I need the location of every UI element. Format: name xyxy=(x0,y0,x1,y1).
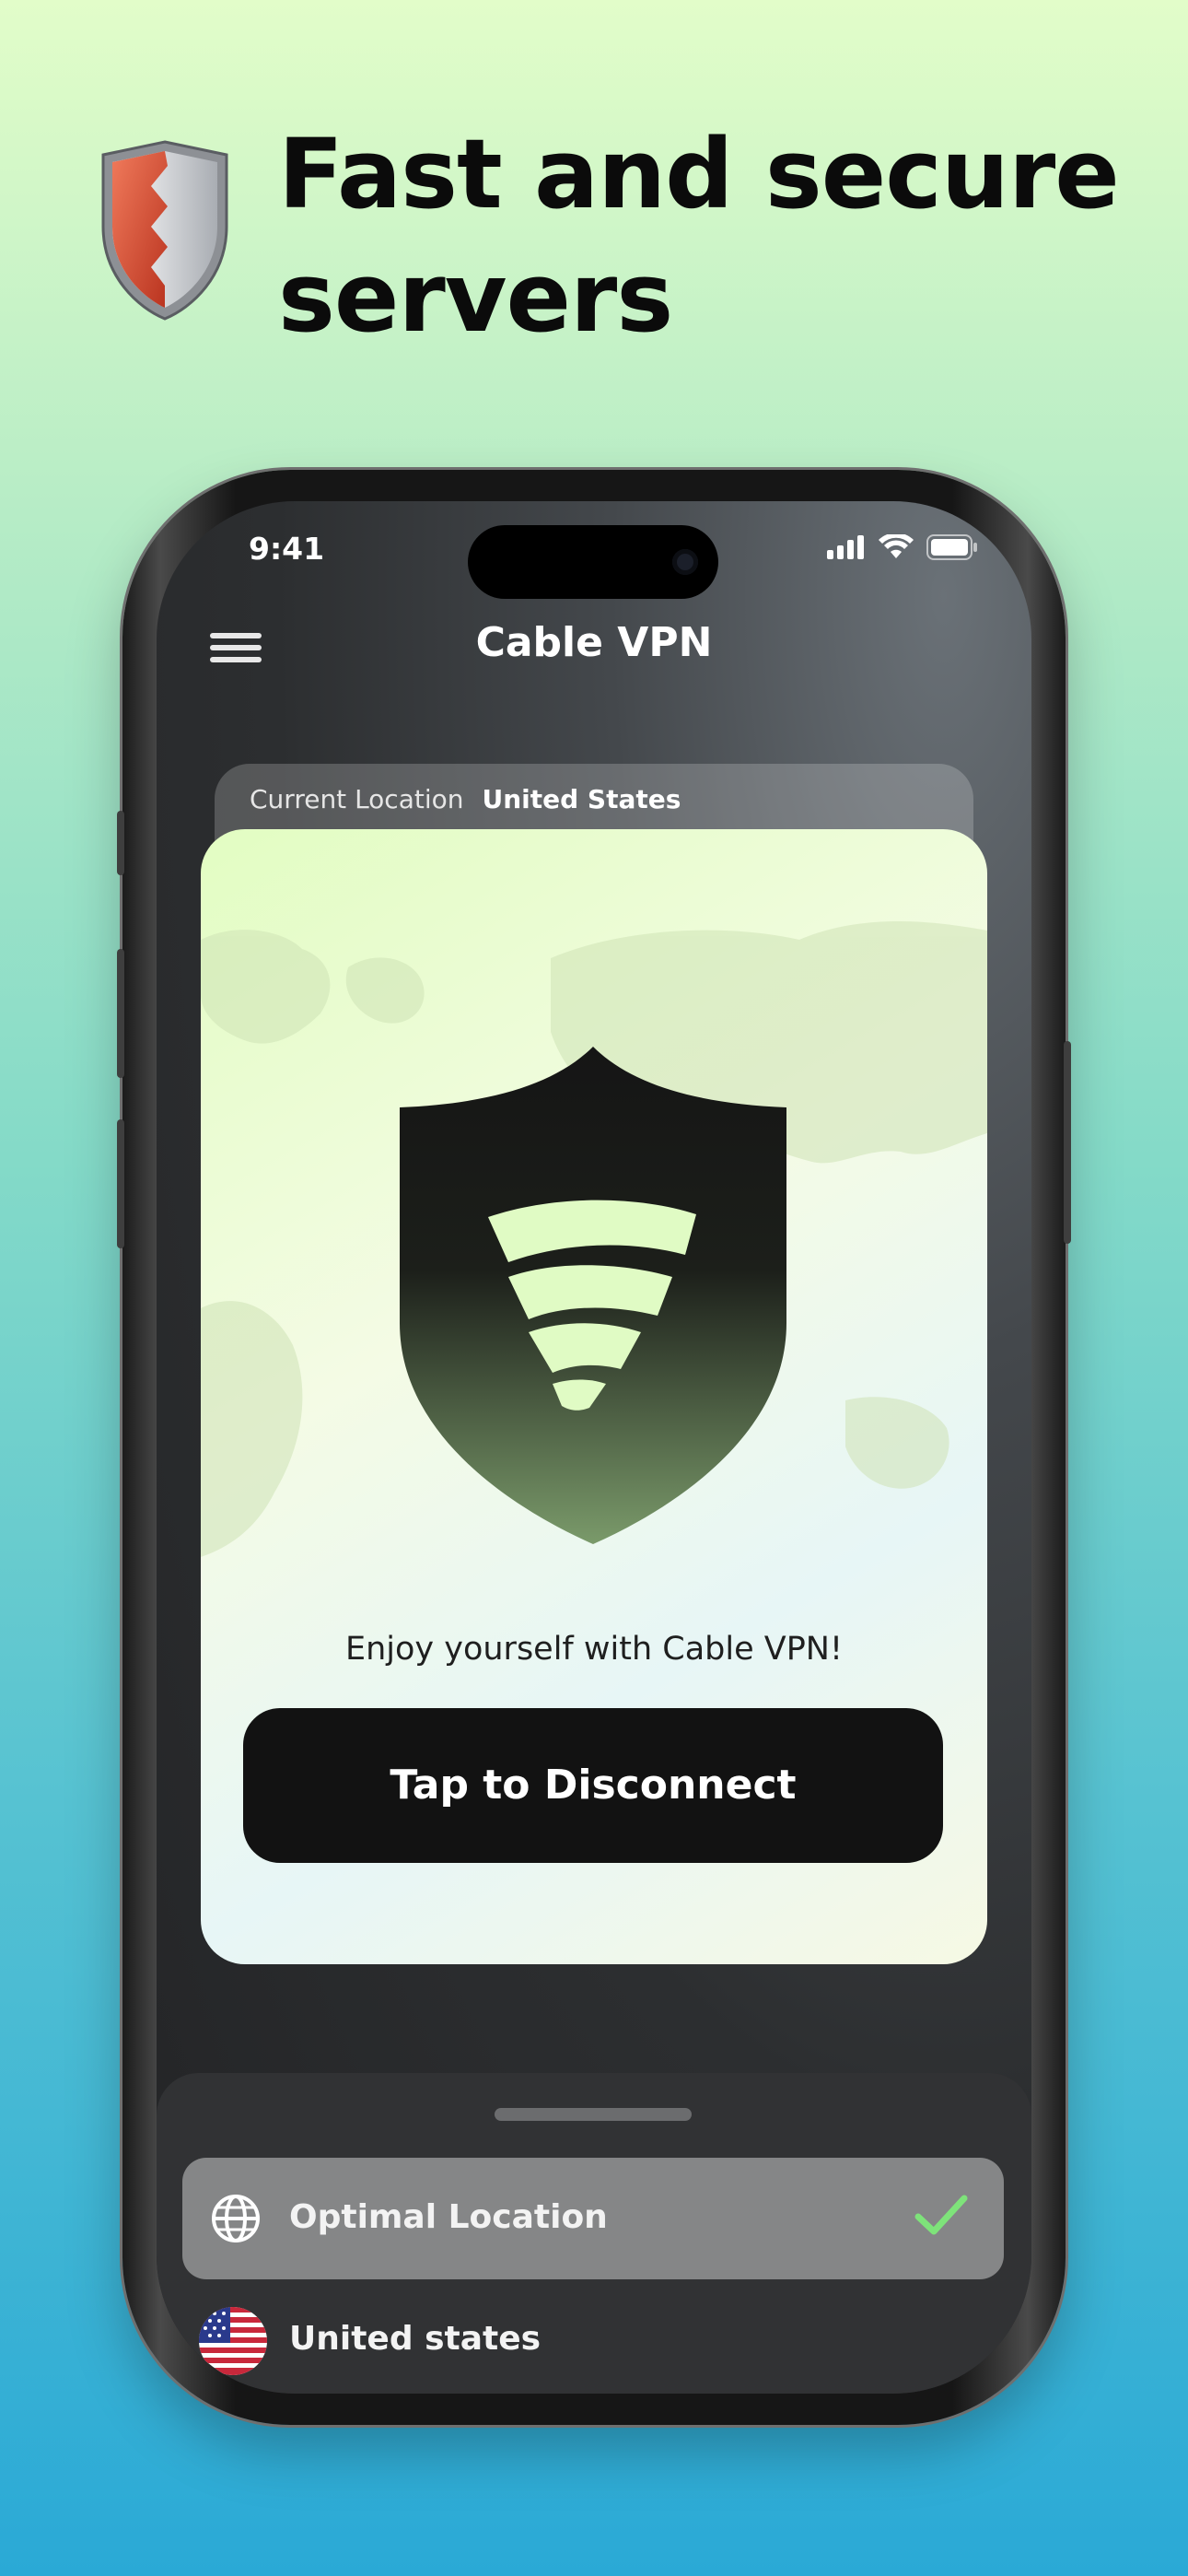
headline-line-2: servers xyxy=(278,241,673,354)
headline: Fast and secure servers xyxy=(278,112,1162,359)
server-item-label: Optimal Location xyxy=(289,2198,608,2236)
globe-icon xyxy=(212,2195,260,2242)
camera-icon xyxy=(672,549,698,575)
current-location-value: United States xyxy=(482,784,681,814)
signal-icon xyxy=(827,535,864,559)
server-item-united-states[interactable]: United states xyxy=(182,2307,1004,2390)
wifi-icon xyxy=(879,534,914,558)
us-flag-icon xyxy=(199,2307,267,2375)
connection-card: Enjoy yourself with Cable VPN! Tap to Di… xyxy=(201,829,987,1964)
disconnect-button[interactable]: Tap to Disconnect xyxy=(243,1708,943,1863)
vpn-shield-icon xyxy=(400,1047,786,1544)
app-title: Cable VPN xyxy=(475,619,713,666)
headline-line-1: Fast and secure xyxy=(278,118,1120,230)
current-location: Current Location United States xyxy=(250,784,681,814)
status-time: 9:41 xyxy=(249,531,325,567)
phone-volume-up-button xyxy=(117,949,124,1078)
phone-volume-down-button xyxy=(117,1119,124,1248)
current-location-label: Current Location xyxy=(250,784,464,814)
phone-side-button xyxy=(117,811,124,875)
battery-icon xyxy=(926,534,977,560)
server-item-optimal[interactable]: Optimal Location xyxy=(182,2158,1004,2279)
server-sheet: Optimal Location United states xyxy=(157,2073,1031,2394)
dynamic-island xyxy=(468,525,718,599)
connection-message: Enjoy yourself with Cable VPN! xyxy=(344,1631,844,1668)
sheet-drag-handle[interactable] xyxy=(495,2108,692,2121)
phone-screen: 9:41 Cable VPN Current Location United St… xyxy=(157,501,1031,2394)
checkmark-icon xyxy=(914,2195,968,2235)
status-icons xyxy=(827,534,978,560)
server-item-label: United states xyxy=(289,2320,542,2358)
shield-logo-icon xyxy=(101,140,228,321)
phone-power-button xyxy=(1064,1041,1071,1244)
